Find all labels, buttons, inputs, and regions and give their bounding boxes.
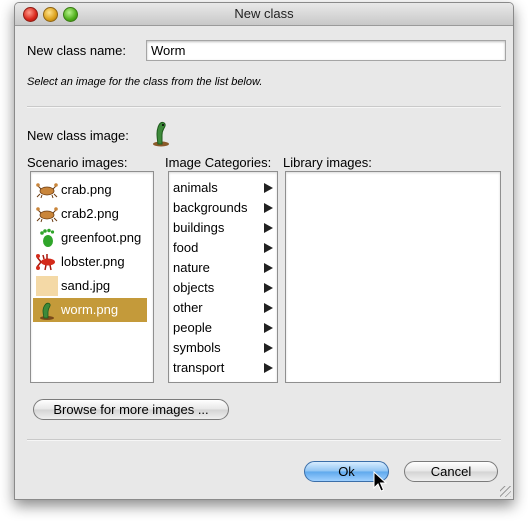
chevron-right-icon <box>264 363 273 373</box>
chevron-right-icon <box>264 243 273 253</box>
scenario-images-header: Scenario images: <box>27 155 128 170</box>
window-title: New class <box>234 6 294 21</box>
category-label: buildings <box>173 220 225 235</box>
greenfoot-icon <box>40 228 55 247</box>
worm-icon <box>153 122 169 147</box>
category-label: food <box>173 240 199 255</box>
category-label: symbols <box>173 340 221 355</box>
scenario-images-list[interactable]: crab.png crab2.png greenfoot.png lobster… <box>30 171 154 383</box>
category-label: objects <box>173 280 215 295</box>
category-objects[interactable]: objects <box>173 278 277 298</box>
category-backgrounds[interactable]: backgrounds <box>173 198 277 218</box>
list-item-crab2[interactable]: crab2.png <box>33 202 147 226</box>
chevron-right-icon <box>264 203 273 213</box>
crab-icon <box>36 183 58 199</box>
category-buildings[interactable]: buildings <box>173 218 277 238</box>
chevron-right-icon <box>264 183 273 193</box>
browse-images-button[interactable]: Browse for more images ... <box>33 399 229 420</box>
category-symbols[interactable]: symbols <box>173 338 277 358</box>
category-label: animals <box>173 180 218 195</box>
cancel-button[interactable]: Cancel <box>404 461 498 482</box>
class-image-label: New class image: <box>27 128 129 143</box>
library-images-list[interactable] <box>285 171 501 383</box>
mouse-pointer-icon <box>373 471 387 492</box>
chevron-right-icon <box>264 223 273 233</box>
chevron-right-icon <box>264 343 273 353</box>
category-other[interactable]: other <box>173 298 277 318</box>
category-label: transport <box>173 360 225 375</box>
category-nature[interactable]: nature <box>173 258 277 278</box>
sand-icon <box>36 276 58 296</box>
resize-grip[interactable] <box>500 486 511 497</box>
chevron-right-icon <box>264 283 273 293</box>
list-item-worm[interactable]: worm.png <box>33 298 147 322</box>
chevron-right-icon <box>264 303 273 313</box>
category-animals[interactable]: animals <box>173 178 277 198</box>
category-label: backgrounds <box>173 200 248 215</box>
chevron-right-icon <box>264 323 273 333</box>
category-people[interactable]: people <box>173 318 277 338</box>
category-food[interactable]: food <box>173 238 277 258</box>
title-bar[interactable]: New class <box>15 3 513 26</box>
category-label: people <box>173 320 213 335</box>
image-categories-list[interactable]: animals backgrounds buildings food natur… <box>168 171 278 383</box>
chevron-right-icon <box>264 263 273 273</box>
list-item-label: worm.png <box>61 302 119 317</box>
list-item-crab[interactable]: crab.png <box>33 178 147 202</box>
class-name-input[interactable]: Worm <box>146 40 506 61</box>
new-class-dialog: New class New class name: Worm Select an… <box>14 2 514 500</box>
library-images-header: Library images: <box>283 155 372 170</box>
list-item-greenfoot[interactable]: greenfoot.png <box>33 226 147 250</box>
list-item-sand[interactable]: sand.jpg <box>33 274 147 298</box>
separator <box>27 106 501 108</box>
image-hint-text: Select an image for the class from the l… <box>27 76 263 88</box>
list-item-label: greenfoot.png <box>61 230 142 245</box>
list-item-label: crab.png <box>61 182 112 197</box>
separator <box>27 439 501 441</box>
lobster-icon <box>36 254 55 271</box>
list-item-label: lobster.png <box>61 254 125 269</box>
category-label: nature <box>173 260 210 275</box>
list-item-label: sand.jpg <box>61 278 111 293</box>
category-transport[interactable]: transport <box>173 358 277 378</box>
crab-icon <box>36 207 58 223</box>
class-name-label: New class name: <box>27 43 126 58</box>
list-item-label: crab2.png <box>61 206 119 221</box>
list-item-lobster[interactable]: lobster.png <box>33 250 147 274</box>
category-label: other <box>173 300 203 315</box>
image-categories-header: Image Categories: <box>165 155 272 170</box>
worm-icon <box>40 302 54 320</box>
